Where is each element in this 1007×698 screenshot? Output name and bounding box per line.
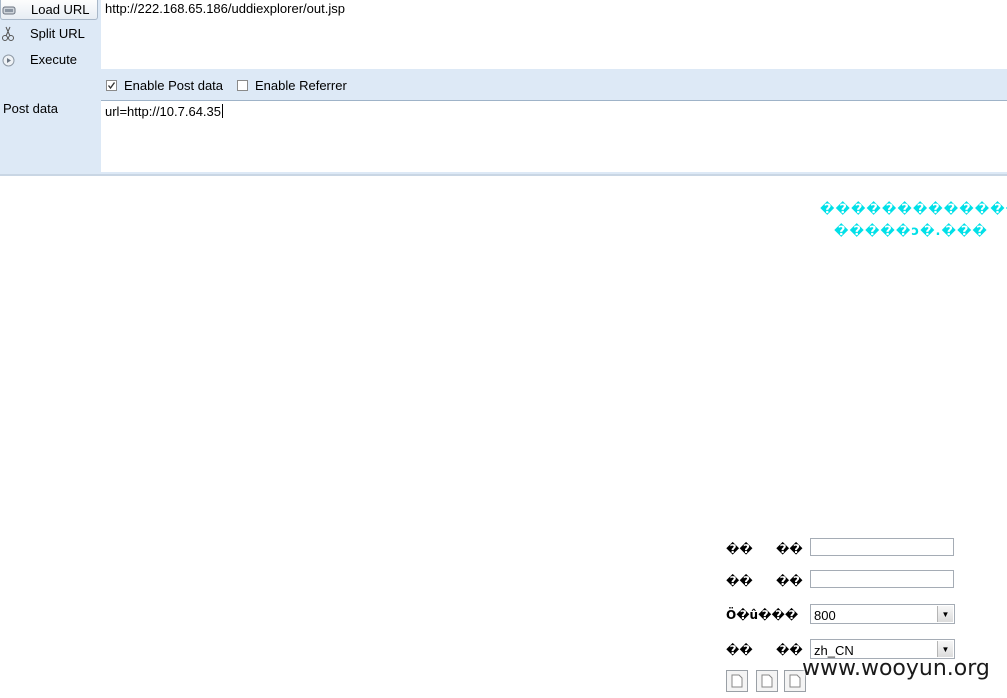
resolution-select[interactable]: 800 ▼ [810,604,955,624]
hackbar-panel: Load URL Split URL Execute Post data htt… [0,0,1007,176]
load-url-icon [2,3,16,17]
execute-label: Execute [30,52,77,67]
username-input[interactable] [810,538,954,556]
url-textarea[interactable]: http://222.168.65.186/uddiexplorer/out.j… [101,0,1007,69]
split-url-button[interactable]: Split URL [0,24,96,44]
form-row3-label: Ö�û��� [726,608,799,622]
url-value: http://222.168.65.186/uddiexplorer/out.j… [105,1,345,16]
hackbar-options-row: Enable Post data Enable Referrer [101,72,1007,98]
enable-referrer-label: Enable Referrer [255,78,347,93]
form-row4-label-b: �� [776,643,803,657]
image-button-1[interactable] [726,670,748,692]
form-row2-label-b: �� [776,574,803,588]
scissors-icon [1,26,15,41]
enable-post-label: Enable Post data [124,78,224,93]
enable-post-checkbox[interactable] [106,80,117,91]
text-caret [222,104,224,118]
chevron-down-icon: ▼ [937,606,953,622]
post-data-textarea[interactable]: url=http://10.7.64.35 [101,100,1007,172]
password-input[interactable] [810,570,954,588]
hackbar-side-panel: Load URL Split URL Execute Post data [0,0,101,176]
enable-referrer-checkbox[interactable] [237,80,248,91]
image-button-2[interactable] [756,670,778,692]
document-icon [789,674,801,688]
split-url-label: Split URL [30,26,85,41]
watermark: www.wooyun.org [802,656,990,681]
load-url-label: Load URL [31,2,90,17]
play-icon [1,53,15,67]
form-row2-label-a: �� [726,574,753,588]
garbled-heading-line-1: �������������� [820,202,1007,217]
chevron-down-icon: ▼ [937,641,953,657]
document-icon [761,674,773,688]
execute-button[interactable]: Execute [0,50,96,70]
form-row1-label-a: �� [726,542,753,556]
load-url-button[interactable]: Load URL [0,0,98,20]
post-data-value: url=http://10.7.64.35 [105,104,224,119]
document-icon [731,674,743,688]
form-row4-label-a: �� [726,643,753,657]
garbled-heading-line-2: �����ɔ�.��� [834,224,988,239]
resolution-select-value: 800 [814,608,836,623]
hackbar-divider [0,174,1007,176]
form-row1-label-b: �� [776,542,803,556]
post-data-label: Post data [3,101,58,116]
